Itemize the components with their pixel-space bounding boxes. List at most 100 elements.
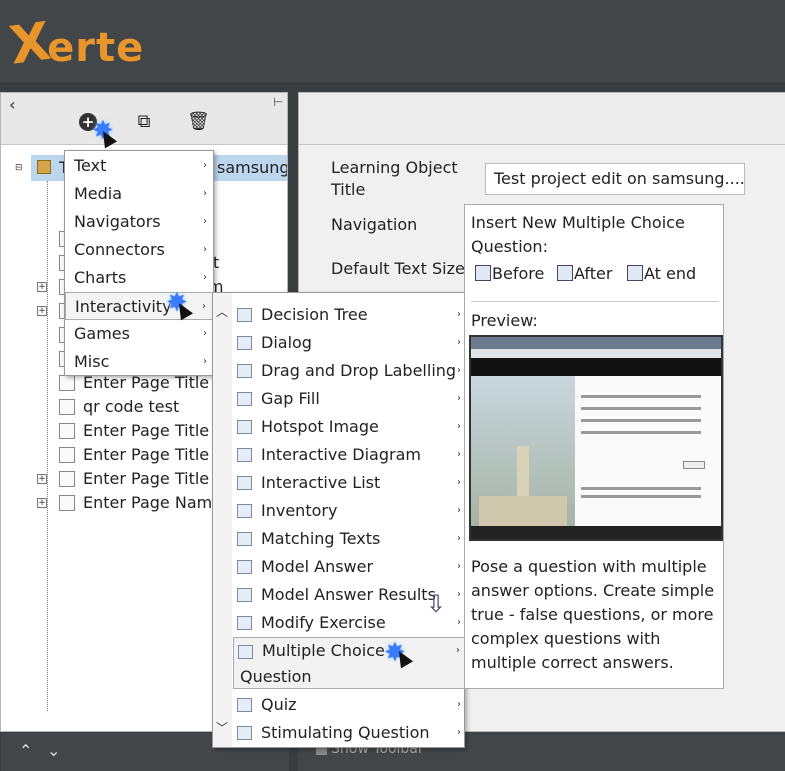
submenu-item[interactable]: Multiple Choice Question › — [233, 637, 464, 689]
expand-toggle-icon[interactable]: + — [37, 474, 47, 484]
submenu-item[interactable]: Stimulating Question › — [233, 719, 464, 747]
hotspot-icon — [237, 420, 252, 434]
down-arrow-icon: ⇩ — [426, 590, 447, 618]
shot-option — [581, 395, 701, 398]
shot-building-image — [471, 376, 575, 536]
chevron-right-icon: › — [202, 301, 206, 312]
expand-toggle-icon[interactable]: + — [37, 498, 47, 508]
chevron-right-icon: › — [203, 216, 207, 227]
insert-before-button[interactable]: Before — [475, 263, 544, 285]
delete-page-button[interactable]: 🗑 — [187, 111, 210, 133]
shot-feedback — [581, 495, 701, 498]
expand-toggle-icon[interactable]: + — [37, 282, 47, 292]
submenu-item[interactable]: Quiz › — [233, 691, 464, 719]
package-icon — [37, 160, 51, 174]
speech-icon — [237, 726, 252, 740]
chevron-right-icon: › — [457, 617, 461, 628]
tree-item-label: Enter Page Title — [83, 421, 210, 440]
submenu-item[interactable]: Matching Texts › — [233, 525, 464, 553]
decision-tree-icon — [237, 308, 252, 322]
scroll-down-icon[interactable]: ﹀ — [216, 719, 228, 736]
tree-item-label: Enter Page Name — [83, 493, 223, 512]
move-up-icon[interactable]: ⌃ — [19, 741, 32, 760]
dialog-icon — [237, 336, 252, 350]
xerte-logo: Xerte — [6, 11, 145, 77]
submenu-item[interactable]: Hotspot Image › — [233, 413, 464, 441]
submenu-item[interactable]: Inventory › — [233, 497, 464, 525]
expand-toggle-icon[interactable]: + — [37, 306, 47, 316]
quiz-icon — [237, 698, 252, 712]
gap-fill-icon — [237, 392, 252, 406]
chevron-right-icon: › — [203, 188, 207, 199]
matching-icon — [237, 532, 252, 546]
modify-icon — [237, 616, 252, 630]
insert-after-button[interactable]: After — [557, 263, 612, 285]
chevron-right-icon: › — [457, 589, 461, 600]
duplicate-page-button[interactable]: ⧉ — [133, 111, 155, 133]
insert-after-icon — [557, 265, 573, 281]
inventory-icon — [237, 504, 252, 518]
chevron-right-icon: › — [456, 645, 460, 656]
preview-description: Pose a question with multiple answer opt… — [471, 557, 715, 672]
shot-option — [581, 431, 701, 434]
submenu-item[interactable]: Interactive Diagram › — [233, 441, 464, 469]
interactivity-submenu: ︿ ﹀ Decision Tree › Dialog › Drag and Drop L… — [212, 292, 465, 748]
chevron-right-icon: › — [457, 699, 461, 710]
shot-footer — [471, 526, 721, 539]
insert-at-end-button[interactable]: At end — [627, 263, 696, 285]
shot-feedback — [581, 487, 701, 490]
tree-item-label: Enter Page Title — [83, 469, 210, 488]
page-icon — [59, 399, 75, 415]
chevron-right-icon: › — [457, 533, 461, 544]
shot-question-panel — [575, 376, 721, 526]
chevron-right-icon: › — [457, 393, 461, 404]
submenu-item[interactable]: Gap Fill › — [233, 385, 464, 413]
scroll-up-icon[interactable]: ︿ — [216, 303, 228, 320]
menu-item-misc[interactable]: Misc › — [65, 348, 213, 376]
submenu-item[interactable]: Decision Tree › — [233, 301, 464, 329]
speech-icon — [237, 560, 252, 574]
menu-item-navigators[interactable]: Navigators › — [65, 208, 213, 236]
menu-item-media[interactable]: Media › — [65, 180, 213, 208]
qr-icon — [59, 423, 75, 439]
chevron-right-icon: › — [203, 160, 207, 171]
shot-heading — [471, 358, 721, 376]
page-icon — [59, 447, 75, 463]
chevron-right-icon: › — [457, 505, 461, 516]
insert-preview-panel: Insert New Multiple Choice Question: Bef… — [464, 204, 724, 689]
menu-item-text[interactable]: Text › — [65, 152, 213, 180]
menu-item-games[interactable]: Games › — [65, 320, 213, 348]
navigation-label: Navigation — [331, 215, 418, 234]
chevron-right-icon: › — [203, 328, 207, 339]
chevron-left-icon[interactable]: ‹ — [9, 95, 16, 114]
preview-label: Preview: — [471, 311, 538, 330]
tree-collapse-toggle[interactable]: ⊟ — [15, 163, 23, 173]
menu-item-connectors[interactable]: Connectors › — [65, 236, 213, 264]
lo-title-input[interactable]: Test project edit on samsung.... — [485, 163, 745, 195]
shot-option — [581, 407, 701, 410]
submenu-item[interactable]: Dialog › — [233, 329, 464, 357]
insert-title: Insert New Multiple Choice Question: — [471, 213, 685, 256]
menu-item-charts[interactable]: Charts › — [65, 264, 213, 292]
shot-option — [581, 419, 701, 422]
tree-toolbar: ‹ ⊢ + ⧉ 🗑 — [1, 93, 287, 145]
pin-icon[interactable]: ⊢ — [273, 95, 283, 109]
submenu-scrollbar[interactable]: ︿ ﹀ — [213, 293, 232, 747]
default-text-size-label: Default Text Size — [331, 259, 465, 278]
chevron-right-icon: › — [457, 449, 461, 460]
lo-title-label: Learning Object Title — [331, 158, 458, 199]
chevron-right-icon: › — [457, 365, 461, 376]
shot-urlbar — [471, 349, 721, 358]
chevron-right-icon: › — [457, 477, 461, 488]
chevron-right-icon: › — [457, 337, 461, 348]
insert-before-icon — [475, 265, 491, 281]
chevron-right-icon: › — [203, 356, 207, 367]
insert-at-end-icon — [627, 265, 643, 281]
tree-item-label: Enter Page Title — [83, 445, 210, 464]
chevron-right-icon: › — [203, 272, 207, 283]
submenu-item[interactable]: Drag and Drop Labelling › — [233, 357, 464, 385]
submenu-item[interactable]: Model Answer › — [233, 553, 464, 581]
chevron-right-icon: › — [457, 309, 461, 320]
move-down-icon[interactable]: ⌄ — [47, 741, 60, 760]
submenu-item[interactable]: Interactive List › — [233, 469, 464, 497]
